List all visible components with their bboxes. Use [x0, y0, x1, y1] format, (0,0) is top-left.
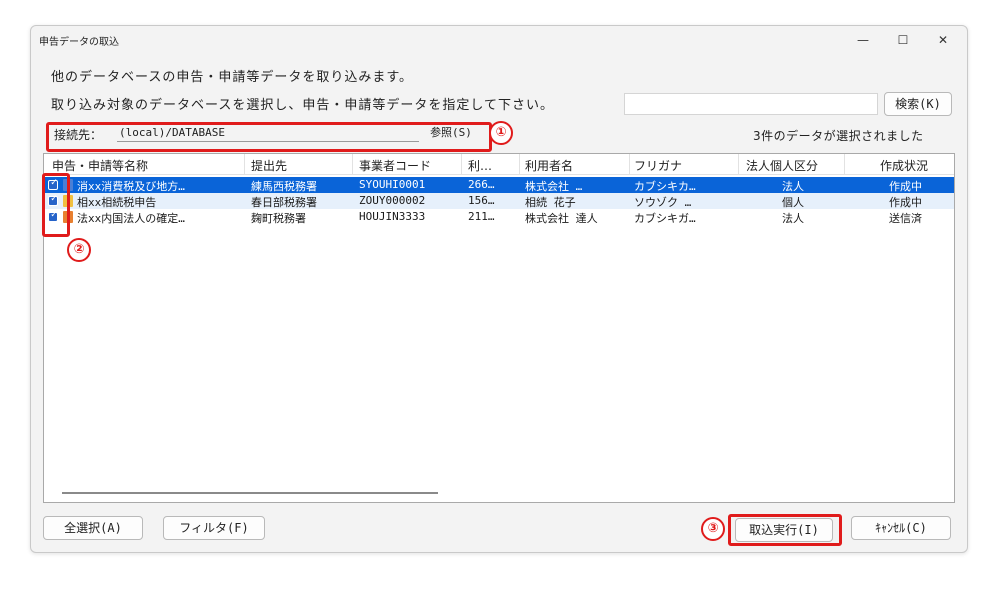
cell-user-name: 株式会社 達人 [525, 212, 598, 225]
cell-office: 練馬西税務署 [251, 180, 317, 193]
col-header-user-id[interactable]: 利… [468, 157, 492, 174]
table-header: 申告・申請等名称 提出先 事業者コード 利… 利用者名 フリガナ 法人個人区分 … [44, 154, 954, 175]
import-dialog: 申告データの取込 — ☐ ✕ 他のデータベースの申告・申請等データを取り込みます… [30, 25, 968, 553]
connection-label: 接続先： [54, 128, 103, 142]
cell-name: 法xx内国法人の確定… [77, 212, 185, 225]
browse-button[interactable]: 参照(S) [423, 124, 479, 142]
close-button[interactable]: ✕ [923, 28, 963, 52]
cell-user-name: 相続 花子 [525, 196, 576, 209]
import-execute-button[interactable]: 取込実行(I) [735, 518, 833, 542]
cell-furigana: ソウゾク … [634, 196, 692, 209]
data-table: 申告・申請等名称 提出先 事業者コード 利… 利用者名 フリガナ 法人個人区分 … [43, 153, 955, 503]
search-button[interactable]: 検索(K) [884, 92, 952, 116]
cell-furigana: カブシキガ… [634, 212, 696, 225]
cell-status: 送信済 [889, 212, 922, 225]
col-header-name[interactable]: 申告・申請等名称 [52, 157, 148, 174]
maximize-button[interactable]: ☐ [883, 28, 923, 52]
table-row[interactable]: ✓ 消xx消費税及び地方… 練馬西税務署 SYOUHI0001 266… 株式会… [44, 177, 954, 193]
col-separator [519, 154, 520, 174]
connection-value: (local)/DATABASE [119, 126, 225, 139]
cell-type: 法人 [782, 180, 804, 193]
col-separator [352, 154, 353, 174]
cell-code: SYOUHI0001 [359, 178, 426, 191]
cell-type: 法人 [782, 212, 804, 225]
checkbox-highlight [42, 173, 70, 237]
instruction-line-2: 取り込み対象のデータベースを選択し、申告・申請等データを指定して下さい。 [51, 98, 554, 113]
col-header-office[interactable]: 提出先 [251, 157, 287, 174]
col-header-status[interactable]: 作成状況 [880, 157, 928, 174]
cell-user-id: 266… [468, 178, 495, 191]
col-separator [244, 154, 245, 174]
cell-user-name: 株式会社 … [525, 180, 583, 193]
select-all-button[interactable]: 全選択(A) [43, 516, 143, 540]
table-row[interactable]: ✓ 相xx相続税申告 春日部税務署 ZOUY000002 156… 相続 花子 … [44, 193, 954, 209]
cell-office: 麹町税務署 [251, 212, 306, 225]
search-input[interactable] [624, 93, 878, 115]
instruction-line-1: 他のデータベースの申告・申請等データを取り込みます。 [51, 70, 414, 85]
title-bar: 申告データの取込 — ☐ ✕ [31, 26, 967, 54]
col-header-type[interactable]: 法人個人区分 [746, 157, 818, 174]
cell-type: 個人 [782, 196, 804, 209]
cell-furigana: カブシキカ… [634, 180, 696, 193]
selection-status: 3件のデータが選択されました [753, 129, 924, 143]
cancel-button[interactable]: ｷｬﾝｾﾙ(C) [851, 516, 951, 540]
cell-user-id: 211… [468, 210, 495, 223]
col-header-furigana[interactable]: フリガナ [634, 157, 682, 174]
cell-name: 相xx相続税申告 [77, 196, 157, 209]
window-title: 申告データの取込 [39, 37, 119, 48]
cell-user-id: 156… [468, 194, 495, 207]
col-header-user-name[interactable]: 利用者名 [525, 157, 573, 174]
col-separator [461, 154, 462, 174]
marker-2: ② [67, 238, 91, 262]
connection-underline [117, 141, 419, 142]
cell-name: 消xx消費税及び地方… [77, 180, 185, 193]
table-row[interactable]: ✓ 法xx内国法人の確定… 麹町税務署 HOUJIN3333 211… 株式会社… [44, 209, 954, 225]
cell-status: 作成中 [889, 196, 922, 209]
cell-code: ZOUY000002 [359, 194, 426, 207]
marker-3: ③ [701, 517, 725, 541]
marker-1: ① [489, 121, 513, 145]
cell-office: 春日部税務署 [251, 196, 317, 209]
cell-code: HOUJIN3333 [359, 210, 426, 223]
minimize-button[interactable]: — [843, 28, 883, 52]
horizontal-scrollbar[interactable] [62, 492, 438, 494]
filter-button[interactable]: フィルタ(F) [163, 516, 265, 540]
col-separator [738, 154, 739, 174]
col-separator [629, 154, 630, 174]
cell-status: 作成中 [889, 180, 922, 193]
col-separator [844, 154, 845, 174]
col-header-code[interactable]: 事業者コード [359, 157, 431, 174]
